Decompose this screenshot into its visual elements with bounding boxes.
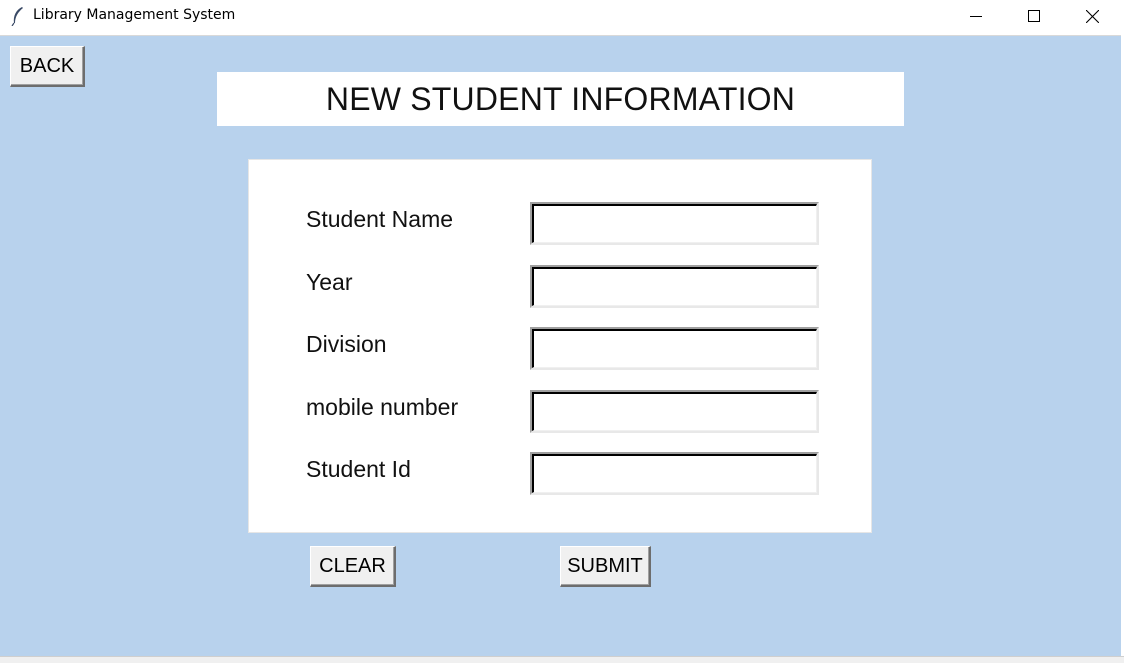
division-input[interactable] — [532, 329, 817, 368]
year-input[interactable] — [532, 267, 817, 306]
minimize-icon — [970, 16, 982, 17]
close-icon — [1085, 9, 1099, 23]
close-button[interactable] — [1063, 0, 1121, 32]
student-id-field-frame — [530, 452, 819, 495]
clear-button[interactable]: CLEAR — [310, 546, 396, 587]
maximize-icon — [1028, 10, 1040, 22]
student-id-label: Student Id — [306, 456, 411, 482]
page-title: NEW STUDENT INFORMATION — [325, 80, 796, 117]
maximize-button[interactable] — [1005, 0, 1063, 32]
mobile-number-label: mobile number — [306, 394, 459, 420]
student-name-field-frame — [530, 202, 819, 245]
year-field-frame — [530, 265, 819, 308]
student-id-input[interactable] — [532, 454, 817, 493]
page-heading-box: NEW STUDENT INFORMATION — [217, 72, 904, 126]
mobile-number-field-frame — [530, 390, 819, 433]
back-button[interactable]: BACK — [10, 46, 85, 87]
student-name-input[interactable] — [532, 204, 817, 243]
minimize-button[interactable] — [947, 0, 1005, 32]
division-label: Division — [306, 331, 387, 357]
window-titlebar: Library Management System — [0, 0, 1124, 34]
student-name-label: Student Name — [306, 206, 454, 232]
submit-button[interactable]: SUBMIT — [560, 546, 651, 587]
division-field-frame — [530, 327, 819, 370]
window-title: Library Management System — [33, 7, 236, 23]
year-label: Year — [306, 269, 353, 295]
mobile-number-input[interactable] — [532, 392, 817, 431]
feather-icon — [11, 7, 23, 26]
